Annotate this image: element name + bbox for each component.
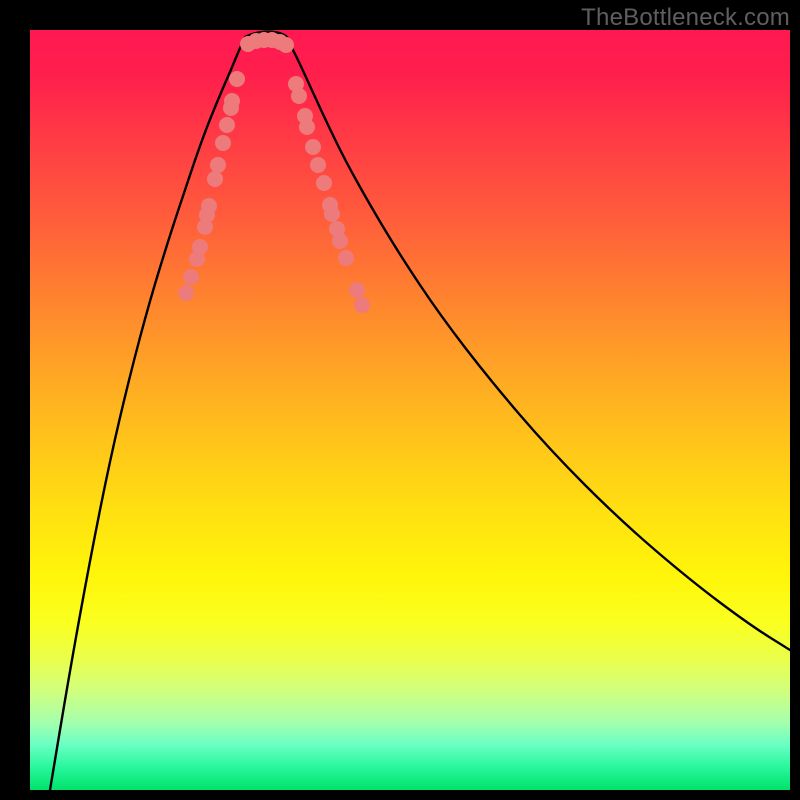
data-point-right <box>349 282 365 298</box>
data-point-right <box>324 206 340 222</box>
data-point-right <box>291 88 307 104</box>
data-point-right <box>354 297 370 313</box>
data-point-left <box>207 171 223 187</box>
data-point-left <box>224 93 240 109</box>
data-point-left <box>229 71 245 87</box>
watermark-text: TheBottleneck.com <box>581 4 790 32</box>
data-point-right <box>299 119 315 135</box>
bottleneck-curve <box>50 32 790 790</box>
data-point-left <box>178 285 194 301</box>
data-point-left <box>219 117 235 133</box>
data-point-right <box>305 139 321 155</box>
plot-area <box>30 30 790 790</box>
data-point-left <box>183 269 199 285</box>
data-point-left <box>192 239 208 255</box>
data-point-right <box>310 157 326 173</box>
data-point-left <box>210 157 226 173</box>
data-point-right <box>316 175 332 191</box>
data-point-left <box>201 198 217 214</box>
chart-frame: TheBottleneck.com <box>0 0 800 800</box>
data-point-floor <box>278 37 294 53</box>
data-point-right <box>332 233 348 249</box>
data-point-right <box>338 250 354 266</box>
data-point-left <box>215 135 231 151</box>
plot-svg <box>30 30 790 790</box>
